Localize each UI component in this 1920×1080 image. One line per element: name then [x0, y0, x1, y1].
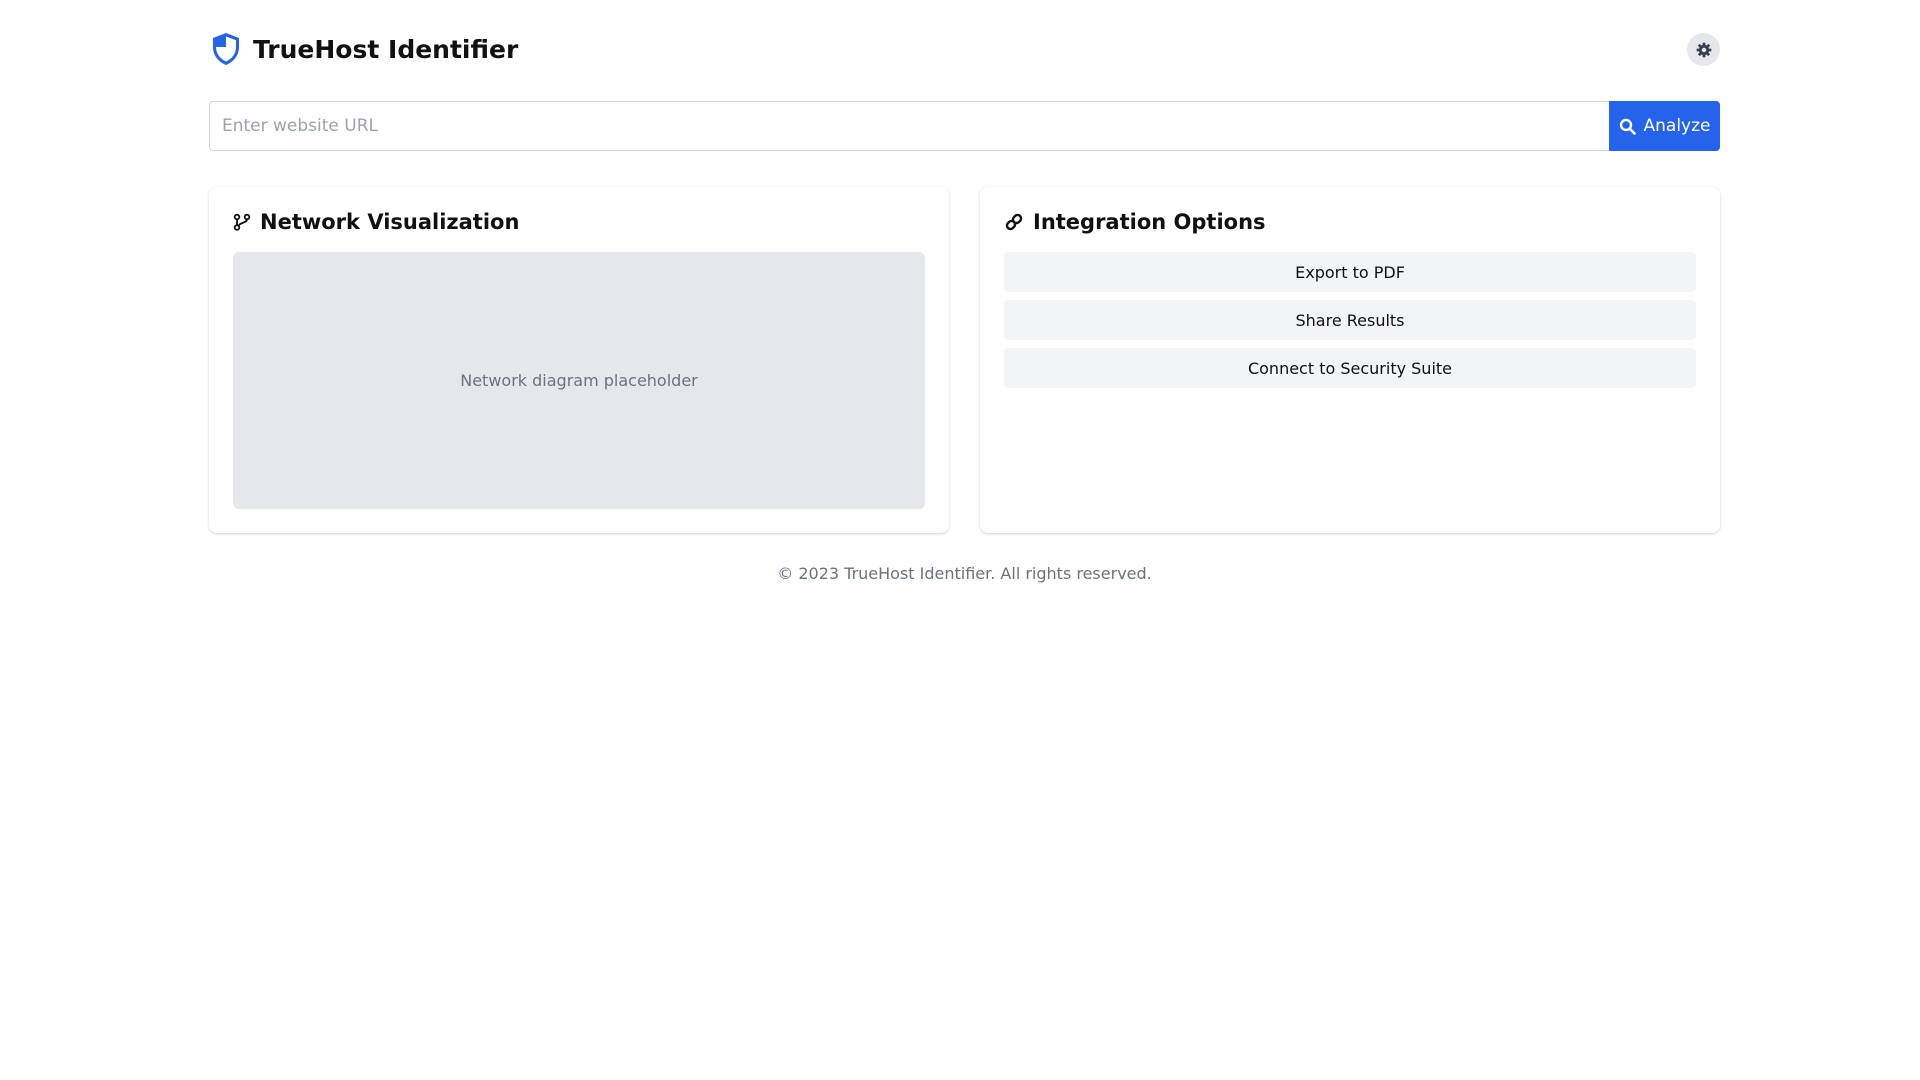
settings-button[interactable] — [1687, 33, 1720, 66]
integration-option-list: Export to PDF Share Results Connect to S… — [1004, 252, 1696, 396]
network-diagram-placeholder: Network diagram placeholder — [233, 252, 925, 509]
integration-options-title-text: Integration Options — [1033, 210, 1266, 234]
search-bar: Analyze — [209, 101, 1720, 151]
app-header: TrueHost Identifier — [209, 30, 1720, 70]
connect-to-security-suite-button[interactable]: Connect to Security Suite — [1004, 348, 1696, 388]
analyze-button[interactable]: Analyze — [1609, 101, 1720, 151]
export-to-pdf-button[interactable]: Export to PDF — [1004, 252, 1696, 292]
link-icon — [1005, 213, 1023, 231]
network-visualization-title-text: Network Visualization — [260, 210, 520, 234]
footer-copyright: © 2023 TrueHost Identifier. All rights r… — [777, 564, 1152, 583]
network-diagram-placeholder-text: Network diagram placeholder — [460, 371, 698, 390]
network-visualization-title: Network Visualization — [233, 207, 519, 237]
search-icon — [1619, 118, 1636, 135]
integration-options-card: Integration Options Export to PDF Share … — [980, 187, 1720, 533]
branch-icon — [233, 213, 251, 231]
page-footer: © 2023 TrueHost Identifier. All rights r… — [209, 564, 1720, 583]
integration-options-title: Integration Options — [1004, 207, 1266, 237]
gear-icon — [1696, 42, 1711, 57]
url-input[interactable] — [209, 101, 1610, 151]
network-visualization-card: Network Visualization Network diagram pl… — [209, 187, 949, 533]
app-title: TrueHost Identifier — [253, 35, 519, 64]
shield-icon — [213, 33, 239, 65]
share-results-button[interactable]: Share Results — [1004, 300, 1696, 340]
analyze-button-label: Analyze — [1643, 116, 1711, 136]
